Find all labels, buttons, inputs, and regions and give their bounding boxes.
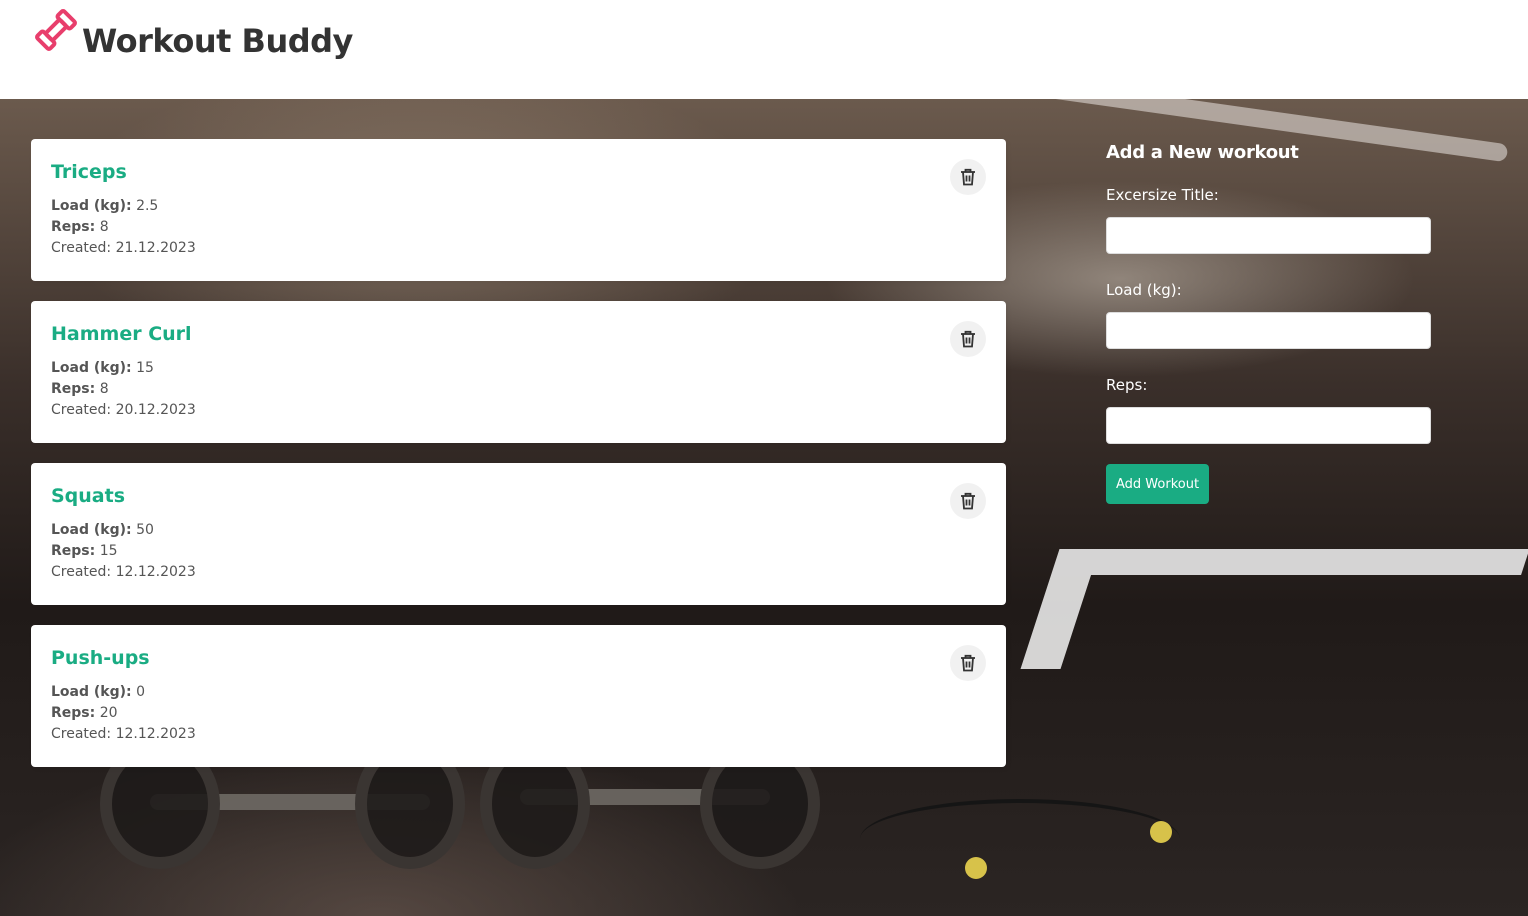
- workout-load: Load (kg): 15: [51, 358, 986, 379]
- bench-decoration: [1020, 549, 1528, 669]
- trash-icon: [961, 654, 975, 672]
- delete-workout-button[interactable]: [950, 321, 986, 357]
- exercise-title-input[interactable]: [1106, 217, 1431, 254]
- reps-value: 20: [99, 705, 118, 721]
- workout-created: Created: 20.12.2023: [51, 402, 196, 418]
- workout-title: Squats: [51, 485, 126, 507]
- delete-workout-button[interactable]: [950, 483, 986, 519]
- load-value: 15: [136, 360, 154, 376]
- workout-card: Triceps Load (kg): 2.5 Reps: 8 Created: …: [31, 139, 1006, 281]
- workout-card: Push-ups Load (kg): 0 Reps: 20 Created: …: [31, 625, 1006, 767]
- workout-created: Created: 21.12.2023: [51, 240, 196, 256]
- trash-icon: [961, 492, 975, 510]
- form-heading: Add a New workout: [1106, 142, 1299, 163]
- load-value: 50: [136, 522, 154, 538]
- workout-reps: Reps: 8: [51, 379, 986, 400]
- reps-label: Reps:: [51, 381, 96, 397]
- jump-rope-decoration: [860, 799, 1180, 879]
- reps-label: Reps:: [1106, 376, 1148, 394]
- reps-label: Reps:: [51, 705, 96, 721]
- reps-value: 8: [99, 381, 109, 397]
- load-value: 2.5: [136, 198, 159, 214]
- load-label: Load (kg):: [51, 684, 132, 700]
- load-value: 0: [136, 684, 145, 700]
- workout-load: Load (kg): 0: [51, 682, 986, 703]
- workout-created: Created: 12.12.2023: [51, 726, 196, 742]
- exercise-title-label: Excersize Title:: [1106, 186, 1219, 204]
- workout-card: Squats Load (kg): 50 Reps: 15 Created: 1…: [31, 463, 1006, 605]
- workout-card: Hammer Curl Load (kg): 15 Reps: 8 Create…: [31, 301, 1006, 443]
- jump-rope-handle-decoration: [965, 857, 987, 879]
- load-input[interactable]: [1106, 312, 1431, 349]
- add-workout-button[interactable]: Add Workout: [1106, 464, 1210, 504]
- workout-created: Created: 12.12.2023: [51, 564, 196, 580]
- workout-reps: Reps: 8: [51, 217, 986, 238]
- load-label: Load (kg):: [51, 360, 132, 376]
- trash-icon: [961, 168, 975, 186]
- dumbbell-logo-icon[interactable]: [34, 8, 78, 52]
- reps-label: Reps:: [51, 219, 96, 235]
- workout-reps: Reps: 15: [51, 541, 986, 562]
- workout-reps: Reps: 20: [51, 703, 986, 724]
- reps-value: 15: [99, 543, 118, 559]
- trash-icon: [961, 330, 975, 348]
- site-title[interactable]: Workout Buddy: [82, 22, 353, 60]
- load-label: Load (kg):: [51, 522, 132, 538]
- site-header: Workout Buddy: [0, 0, 1528, 99]
- add-workout-form: Add a New workout Excersize Title: Load …: [1106, 141, 1431, 504]
- workout-title: Triceps: [51, 161, 127, 183]
- load-label: Load (kg):: [51, 198, 132, 214]
- jump-rope-handle-decoration: [1150, 821, 1172, 843]
- workout-list: Triceps Load (kg): 2.5 Reps: 8 Created: …: [31, 139, 1006, 787]
- delete-workout-button[interactable]: [950, 159, 986, 195]
- workout-title: Hammer Curl: [51, 323, 192, 345]
- reps-label: Reps:: [51, 543, 96, 559]
- workout-load: Load (kg): 2.5: [51, 196, 986, 217]
- delete-workout-button[interactable]: [950, 645, 986, 681]
- load-label: Load (kg):: [1106, 281, 1182, 299]
- reps-value: 8: [99, 219, 109, 235]
- workout-load: Load (kg): 50: [51, 520, 986, 541]
- reps-input[interactable]: [1106, 407, 1431, 444]
- workout-title: Push-ups: [51, 647, 150, 669]
